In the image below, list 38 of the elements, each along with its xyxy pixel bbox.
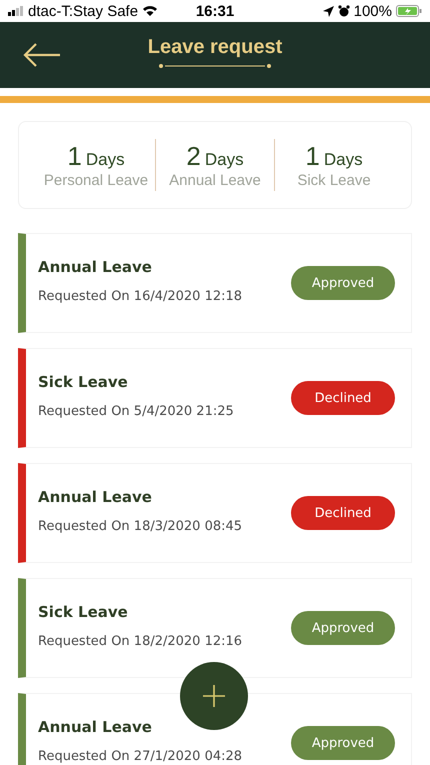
day-unit: Days <box>204 150 244 170</box>
request-date: Requested On 16/4/2020 12:18 <box>38 289 242 304</box>
alarm-icon <box>338 5 350 17</box>
leave-type-label: Sick Leave <box>297 172 371 189</box>
page-title: Leave request <box>148 36 282 59</box>
battery-icon <box>396 5 422 17</box>
plus-icon <box>203 685 225 707</box>
leave-type: Sick Leave <box>38 603 129 621</box>
leave-type: Annual Leave <box>38 258 153 276</box>
request-date: Requested On 18/3/2020 08:45 <box>38 519 242 534</box>
status-badge: Declined <box>291 381 395 415</box>
status-badge: Approved <box>291 726 395 760</box>
battery-percent: 100% <box>354 2 392 20</box>
status-badge: Approved <box>291 611 395 645</box>
day-count: 2 <box>186 141 201 172</box>
day-count: 1 <box>67 141 82 172</box>
request-date: Requested On 18/2/2020 12:16 <box>38 634 242 649</box>
request-card[interactable]: Sick Leave Requested On 5/4/2020 21:25 Declined <box>18 348 412 448</box>
signal-icon <box>8 6 24 16</box>
leave-type: Sick Leave <box>38 373 129 391</box>
request-date: Requested On 27/1/2020 04:28 <box>38 749 242 764</box>
day-count: 1 <box>305 141 320 172</box>
carrier-name: dtac-T:Stay Safe <box>28 2 138 20</box>
request-date: Requested On 5/4/2020 21:25 <box>38 404 234 419</box>
location-icon <box>322 6 334 16</box>
wifi-icon <box>142 5 158 17</box>
request-card[interactable]: Annual Leave Requested On 18/3/2020 08:45 Declined <box>18 463 412 563</box>
clock-time: 16:31 <box>196 2 234 20</box>
leave-type: Annual Leave <box>38 488 153 506</box>
request-card[interactable]: Annual Leave Requested On 16/4/2020 12:18 Approved <box>18 233 412 333</box>
leave-type-label: Personal Leave <box>44 172 148 189</box>
day-unit: Days <box>86 150 125 170</box>
day-unit: Days <box>324 150 363 170</box>
leave-type-label: Annual Leave <box>169 172 261 189</box>
leave-type: Annual Leave <box>38 718 153 736</box>
back-arrow-icon[interactable] <box>23 43 61 67</box>
status-badge: Approved <box>291 266 395 300</box>
status-badge: Declined <box>291 496 395 530</box>
